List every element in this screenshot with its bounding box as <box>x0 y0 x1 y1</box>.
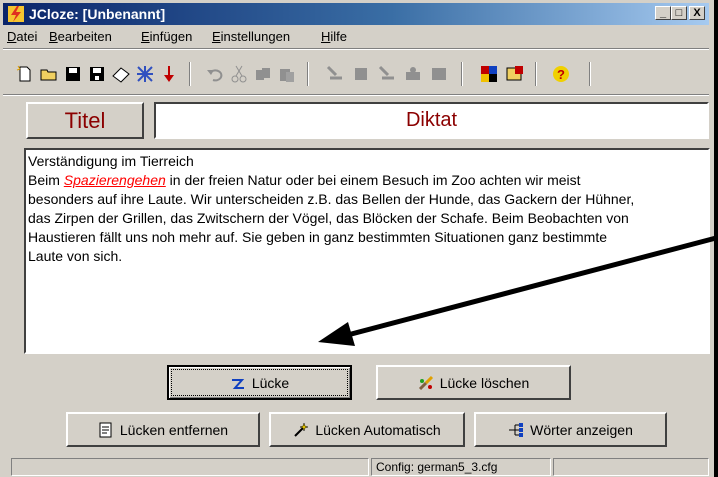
paste-icon[interactable] <box>277 64 297 84</box>
svg-text:?: ? <box>557 67 565 82</box>
open-folder-icon[interactable] <box>39 64 59 84</box>
menu-datei[interactable]: Datei <box>7 29 37 44</box>
cloze-text-area[interactable]: Verständigung im Tierreich Beim Spaziere… <box>24 148 710 354</box>
undo-icon[interactable] <box>205 64 225 84</box>
title-bar[interactable]: JCloze: [Unbenannt] _ □ X <box>3 3 709 25</box>
delete-gap-button-label: Lücke löschen <box>439 374 530 391</box>
title-label: Titel <box>26 102 144 139</box>
text-line: besonders auf ihre Laute. Wir unterschei… <box>28 191 635 207</box>
menu-einfuegen[interactable]: Einfügen <box>141 29 192 44</box>
toolbar-separator <box>589 62 591 86</box>
text-segment: Beim <box>28 172 64 188</box>
auto-gaps-button-label: Lücken Automatisch <box>315 421 441 438</box>
tree-list-icon <box>509 422 524 437</box>
gap-tool-2-icon[interactable] <box>351 64 371 84</box>
remove-gaps-button[interactable]: Lücken entfernen <box>66 412 260 447</box>
window-title: JCloze: [Unbenannt] <box>29 6 166 22</box>
gap-button-label: Lücke <box>251 374 290 391</box>
minimize-button[interactable]: _ <box>655 6 671 20</box>
status-panel-main <box>11 458 369 476</box>
paint-brush-icon <box>418 375 433 390</box>
menu-hilfe[interactable]: Hilfe <box>321 29 347 44</box>
jcloze-app-icon <box>8 6 24 22</box>
eraser-icon[interactable] <box>111 64 131 84</box>
text-line: Beim Spazierengehen in der freien Natur … <box>28 171 706 190</box>
remove-gaps-button-label: Lücken entfernen <box>119 421 229 438</box>
gap-tool-1-icon[interactable] <box>325 64 345 84</box>
copy-icon[interactable] <box>253 64 273 84</box>
red-arrow-down-icon[interactable] <box>159 64 179 84</box>
toolbar-separator <box>461 62 463 86</box>
close-button[interactable]: X <box>689 6 705 20</box>
auto-gaps-button[interactable]: Lücken Automatisch <box>269 412 465 447</box>
magic-wand-icon <box>294 421 310 437</box>
gap-button[interactable]: Lücke <box>167 365 352 400</box>
menu-bearbeiten[interactable]: Bearbeiten <box>49 29 112 44</box>
cut-icon[interactable] <box>229 64 249 84</box>
gap-icon <box>231 378 245 389</box>
toolbar-separator <box>535 62 537 86</box>
export-icon[interactable] <box>505 64 525 84</box>
window-edge <box>714 0 718 477</box>
status-config: Config: german5_3.cfg <box>371 458 551 476</box>
gap-tool-5-icon[interactable] <box>429 64 449 84</box>
toolbar: ? <box>5 56 709 92</box>
text-line: Haustieren fällt uns noh mehr auf. Sie g… <box>28 229 607 245</box>
help-icon[interactable]: ? <box>551 64 571 84</box>
gap-word[interactable]: Spazierengehen <box>64 172 166 188</box>
delete-gap-button[interactable]: Lücke löschen <box>376 365 571 400</box>
text-segment: in der freien Natur oder bei einem Besuc… <box>165 172 581 188</box>
menu-bar: Datei Bearbeiten Einfügen Einstellungen … <box>3 26 709 46</box>
config-icon[interactable] <box>479 64 499 84</box>
save-icon[interactable] <box>63 64 83 84</box>
status-panel-right <box>553 458 709 476</box>
text-line: Laute von sich. <box>28 248 123 264</box>
toolbar-separator <box>189 62 191 86</box>
show-words-button-label: Wörter anzeigen <box>530 421 633 438</box>
toolbar-divider <box>3 94 709 96</box>
toolbar-separator <box>307 62 309 86</box>
show-words-button[interactable]: Wörter anzeigen <box>474 412 667 447</box>
menu-einstellungen[interactable]: Einstellungen <box>212 29 290 44</box>
text-line: Verständigung im Tierreich <box>28 153 194 169</box>
menu-divider <box>3 48 709 50</box>
text-line: das Zirpen der Grillen, das Zwitschern d… <box>28 210 629 226</box>
document-list-icon <box>99 422 112 437</box>
gap-tool-4-icon[interactable] <box>403 64 423 84</box>
new-file-icon[interactable] <box>15 64 35 84</box>
maximize-button[interactable]: □ <box>671 6 687 20</box>
web-export-icon[interactable] <box>135 64 155 84</box>
gap-tool-3-icon[interactable] <box>377 64 397 84</box>
app-window: JCloze: [Unbenannt] _ □ X Datei Bearbeit… <box>0 0 714 477</box>
status-bar: Config: german5_3.cfg <box>3 457 709 477</box>
save-as-icon[interactable] <box>87 64 107 84</box>
title-input[interactable]: Diktat <box>154 102 709 139</box>
